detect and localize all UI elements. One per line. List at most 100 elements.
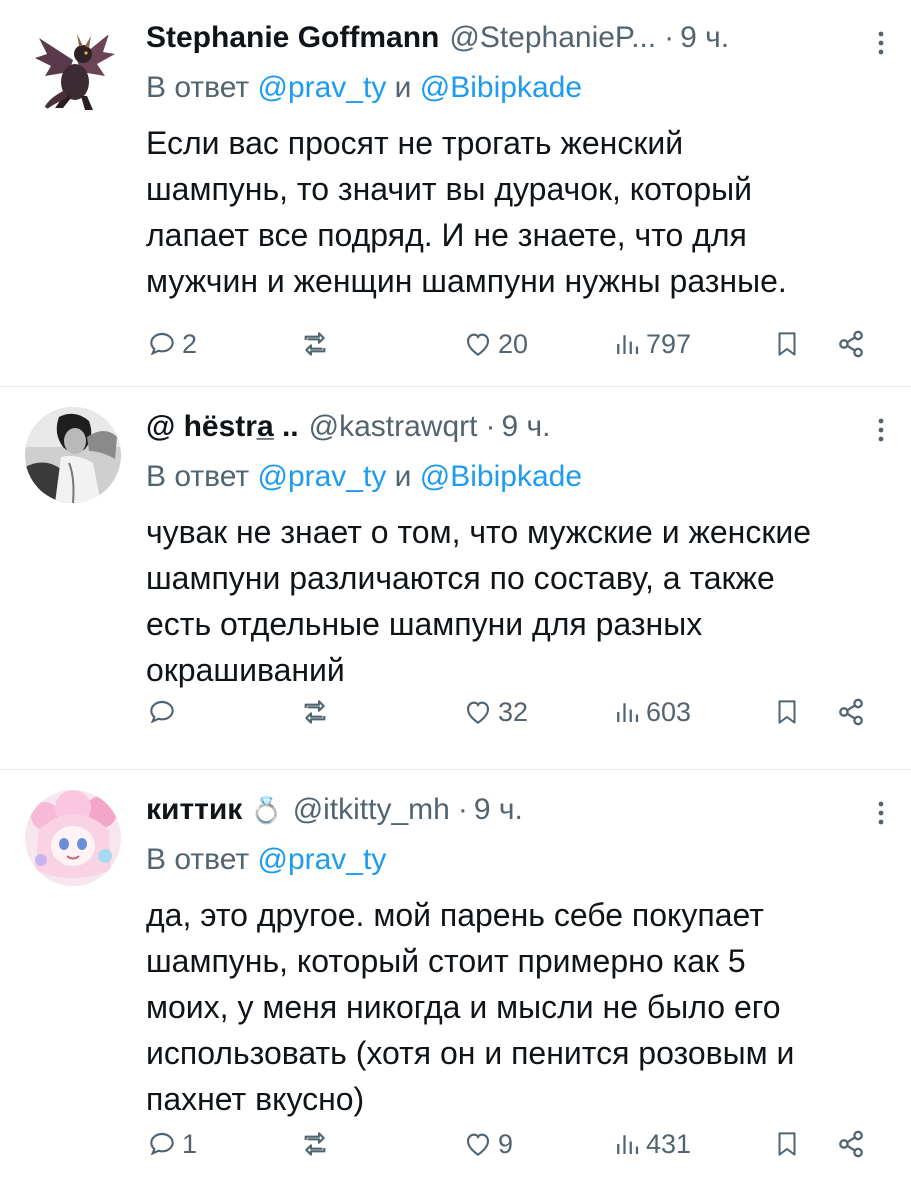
tweet-text-line: окрашиваний <box>146 652 345 688</box>
tweet-actions: 1 9 431 <box>146 1122 876 1166</box>
bookmark-button[interactable] <box>772 1122 802 1166</box>
retweet-icon <box>304 700 326 724</box>
like-count: 32 <box>498 696 529 727</box>
reply-button[interactable]: 1 <box>146 1122 197 1166</box>
views-bar-icon <box>617 1135 639 1154</box>
reply-context: В ответ @prav_ty <box>146 840 887 880</box>
share-button[interactable] <box>834 690 868 734</box>
reply-icon <box>150 700 174 724</box>
mention-link[interactable]: @prav_ty <box>257 71 386 104</box>
timestamp[interactable]: 9 ч. <box>680 21 729 55</box>
reply-context: В ответ @prav_ty и @Bibipkade <box>146 68 887 108</box>
tweet-text-line: чувак не знает о том, что мужские и женс… <box>146 514 811 550</box>
tweet[interactable]: Stephanie Goffmann @StephanieP... · 9 ч.… <box>0 0 911 387</box>
tweet-text: Если вас просят не трогать женский шампу… <box>146 120 866 304</box>
retweet-icon <box>304 332 326 356</box>
mention-link[interactable]: @prav_ty <box>257 843 386 876</box>
like-button[interactable]: 20 <box>462 322 528 366</box>
tweet-header: @ hëstra̲ .. @kastrawqrt · 9 ч. <box>146 407 887 447</box>
views-count: 797 <box>646 328 692 359</box>
bookmark-button[interactable] <box>772 322 802 366</box>
reply-icon <box>150 1132 174 1156</box>
tweet-text: да, это другое. мой парень себе покупает… <box>146 892 866 1122</box>
tweet-text-line: да, это другое. мой парень себе покупает <box>146 897 764 933</box>
separator-dot: · <box>664 21 675 54</box>
like-button[interactable]: 9 <box>462 1122 513 1166</box>
display-name[interactable]: киттик <box>146 793 242 827</box>
heart-icon <box>466 1133 490 1156</box>
share-icon <box>839 1130 863 1158</box>
tweet-text-line: есть отдельные шампуни для разных <box>146 606 703 642</box>
timestamp[interactable]: 9 ч. <box>501 410 550 444</box>
views-button[interactable]: 603 <box>612 690 691 734</box>
tweet[interactable]: киттик 💍 @itkitty_mh · 9 ч. В ответ @pra… <box>0 770 911 1199</box>
views-count: 431 <box>646 1128 692 1159</box>
bookmark-icon <box>778 1132 796 1156</box>
reply-prefix: В ответ <box>146 460 250 493</box>
share-icon <box>839 330 863 358</box>
reply-icon <box>150 332 174 356</box>
tweet-text-line: использовать (хотя он и пенится розовым … <box>146 1035 795 1071</box>
mention-link[interactable]: @Bibipkade <box>420 460 582 493</box>
reply-prefix: В ответ <box>146 843 250 876</box>
tweet[interactable]: @ hëstra̲ .. @kastrawqrt · 9 ч. В ответ … <box>0 387 911 770</box>
tweet-text-line: пахнет вкусно) <box>146 1081 365 1117</box>
bookmark-icon <box>778 700 796 724</box>
pink-anime-avatar[interactable] <box>25 790 121 886</box>
mention-link[interactable]: @prav_ty <box>257 460 386 493</box>
views-count: 603 <box>646 696 692 727</box>
tweet-text-line: мужчин и женщин шампуни нужны разные. <box>146 263 787 299</box>
timestamp[interactable]: 9 ч. <box>474 793 523 827</box>
display-name[interactable]: Stephanie Goffmann <box>146 21 439 55</box>
ring-icon: 💍 <box>250 794 283 825</box>
reply-button[interactable]: 2 <box>146 322 197 366</box>
heart-icon <box>466 333 490 356</box>
bookmark-icon <box>778 332 796 356</box>
grayscale-portrait-avatar[interactable] <box>25 407 121 503</box>
separator-dot: · <box>485 410 496 443</box>
tweet-text-line: моих, у меня никогда и мысли не было его <box>146 989 781 1025</box>
user-handle[interactable]: @StephanieP... <box>449 21 656 55</box>
reply-feed: Stephanie Goffmann @StephanieP... · 9 ч.… <box>0 0 911 1199</box>
tweet-content: Stephanie Goffmann @StephanieP... · 9 ч.… <box>146 18 887 304</box>
retweet-button[interactable] <box>298 690 336 734</box>
views-button[interactable]: 431 <box>612 1122 691 1166</box>
more-options-icon[interactable] <box>869 26 893 60</box>
tweet-content: киттик 💍 @itkitty_mh · 9 ч. В ответ @pra… <box>146 790 887 1122</box>
share-icon <box>839 698 863 726</box>
retweet-button[interactable] <box>298 1122 336 1166</box>
heart-icon <box>466 701 490 724</box>
reply-prefix: В ответ <box>146 71 250 104</box>
like-button[interactable]: 32 <box>462 690 528 734</box>
tweet-text-line: лапает все подряд. И не знаете, что для <box>146 217 747 253</box>
tweet-text-line: Если вас просят не трогать женский <box>146 125 684 161</box>
views-bar-icon <box>617 703 639 722</box>
like-count: 20 <box>498 328 529 359</box>
tweet-actions: 32 603 <box>146 690 876 734</box>
tweet-text-line: шампуни различаются по составу, а также <box>146 560 775 596</box>
reply-count: 1 <box>182 1128 198 1159</box>
views-bar-icon <box>617 335 639 354</box>
dragon-avatar-icon[interactable] <box>25 20 121 116</box>
tweet-header: киттик 💍 @itkitty_mh · 9 ч. <box>146 790 887 830</box>
retweet-button[interactable] <box>298 322 336 366</box>
share-button[interactable] <box>834 1122 868 1166</box>
reply-conjunction: и <box>394 460 412 493</box>
user-handle[interactable]: @kastrawqrt <box>309 410 478 444</box>
display-name[interactable]: @ hëstra̲ .. <box>146 410 299 444</box>
views-button[interactable]: 797 <box>612 322 691 366</box>
reply-button[interactable] <box>146 690 182 734</box>
tweet-content: @ hëstra̲ .. @kastrawqrt · 9 ч. В ответ … <box>146 407 887 693</box>
user-handle[interactable]: @itkitty_mh <box>293 793 450 827</box>
like-count: 9 <box>498 1128 514 1159</box>
tweet-text-line: шампунь, то значит вы дурачок, который <box>146 171 752 207</box>
tweet-text: чувак не знает о том, что мужские и женс… <box>146 509 866 693</box>
reply-context: В ответ @prav_ty и @Bibipkade <box>146 457 887 497</box>
mention-link[interactable]: @Bibipkade <box>420 71 582 104</box>
share-button[interactable] <box>834 322 868 366</box>
bookmark-button[interactable] <box>772 690 802 734</box>
more-options-icon[interactable] <box>869 796 893 830</box>
more-options-icon[interactable] <box>869 413 893 447</box>
tweet-text-line: шампунь, который стоит примерно как 5 <box>146 943 746 979</box>
separator-dot: · <box>457 793 468 826</box>
